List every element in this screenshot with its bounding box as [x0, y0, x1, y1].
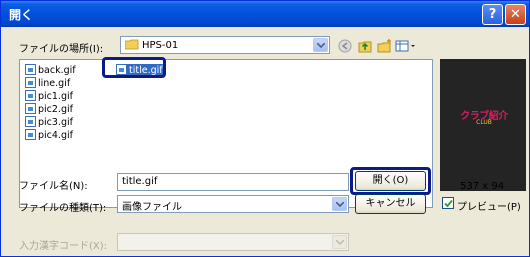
gif-file-icon — [25, 90, 36, 101]
cancel-button[interactable]: キャンセル — [355, 194, 426, 214]
view-menu-icon[interactable] — [395, 38, 417, 54]
image-preview: クラブ紹介 CLUB — [440, 59, 526, 191]
location-label: ファイルの場所(I): — [19, 44, 104, 55]
preview-image-subtext: CLUB — [476, 119, 492, 126]
back-icon[interactable] — [337, 38, 353, 54]
preview-checkbox-label: プレビュー(P) — [457, 202, 521, 213]
image-dimensions: 537 x 94 — [460, 181, 505, 192]
gif-file-icon — [25, 103, 36, 114]
encoding-label: 入力漢字コード(X): — [19, 241, 108, 252]
list-item[interactable]: pic3.gif — [25, 116, 73, 129]
location-value: HPS-01 — [124, 39, 178, 51]
gif-file-icon — [25, 64, 36, 75]
chevron-down-icon — [332, 235, 347, 249]
filetype-label: ファイルの種類(T): — [19, 203, 107, 214]
filename-input[interactable]: title.gif — [117, 173, 349, 191]
gif-file-icon — [25, 77, 36, 88]
chevron-down-icon[interactable] — [313, 38, 328, 52]
encoding-select[interactable] — [117, 233, 349, 251]
folder-icon — [124, 39, 139, 50]
list-item[interactable]: line.gif — [25, 77, 70, 90]
preview-checkbox[interactable] — [442, 197, 454, 209]
filetype-select[interactable]: 画像ファイル — [117, 195, 349, 213]
selected-file-highlight — [102, 57, 166, 78]
gif-file-icon — [25, 129, 36, 140]
location-select[interactable]: HPS-01 — [120, 36, 330, 54]
open-button-highlight — [350, 167, 431, 195]
filename-label: ファイル名(N): — [19, 181, 88, 192]
up-folder-icon[interactable] — [357, 38, 373, 54]
list-item[interactable]: pic4.gif — [25, 129, 73, 142]
window-title: 開く — [9, 8, 34, 22]
title-bar[interactable]: 開く ? ✕ — [1, 1, 529, 27]
close-button[interactable]: ✕ — [505, 4, 526, 25]
list-item[interactable]: pic2.gif — [25, 103, 73, 116]
new-folder-icon[interactable] — [377, 38, 393, 54]
list-item[interactable]: pic1.gif — [25, 90, 73, 103]
list-item[interactable]: back.gif — [25, 64, 76, 77]
open-file-dialog: 開く ? ✕ ファイルの場所(I): HPS-01 back.gif line.… — [0, 0, 530, 257]
chevron-down-icon[interactable] — [332, 197, 347, 211]
help-button[interactable]: ? — [482, 4, 503, 25]
gif-file-icon — [25, 116, 36, 127]
